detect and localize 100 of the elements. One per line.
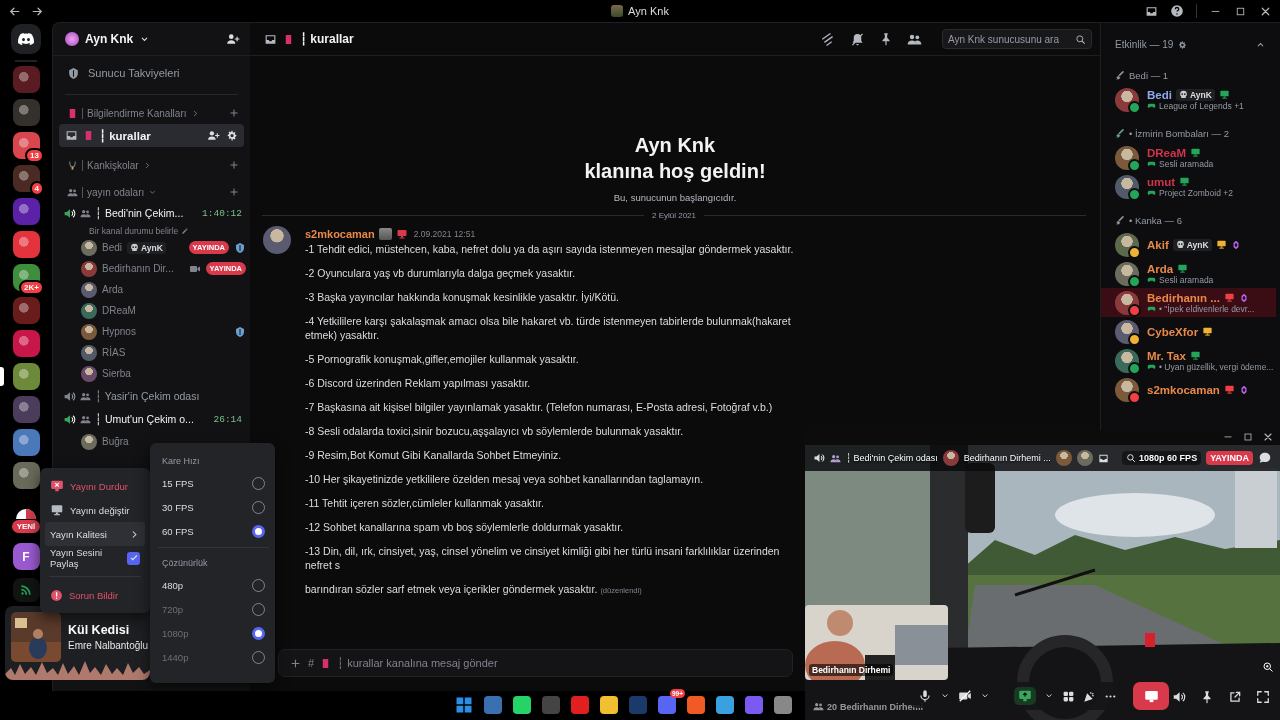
settings-icon[interactable] (1177, 39, 1188, 50)
menu-item[interactable]: Yayını değiştir (45, 498, 145, 522)
people-icon (80, 413, 91, 425)
voice-user[interactable]: DReaM (53, 300, 145, 321)
app-icon[interactable] (774, 696, 792, 714)
member-row[interactable]: CybeXfor (1101, 317, 1276, 346)
member-row[interactable]: s2mkocaman (1101, 375, 1276, 404)
server-name[interactable]: Ayn Knk (85, 32, 134, 46)
server-icon[interactable] (12, 462, 40, 489)
member-row[interactable]: Mr. Tax • Uyan güzellik, vergi ödeme... (1101, 346, 1276, 375)
member-row[interactable]: umut Project Zomboid +2 (1101, 172, 1276, 201)
user-avatar (1115, 290, 1139, 315)
help-icon[interactable] (1170, 4, 1184, 18)
people-icon (67, 186, 78, 198)
app-icon[interactable] (716, 696, 734, 714)
member-activity: Sesli aramada (1159, 158, 1214, 169)
call-timer: 26:14 (213, 413, 242, 425)
hash-label: # (308, 657, 315, 669)
maximize-icon[interactable] (1242, 431, 1254, 443)
member-row[interactable]: DReaM Sesli aramada (1101, 143, 1276, 172)
message-field[interactable]: ┆ kurallar kanalına mesaj gönder (337, 657, 782, 669)
group-label: • İzmirin Bombaları — 2 (1129, 128, 1229, 139)
user-name: Sierba (102, 368, 131, 379)
close-icon[interactable] (1262, 431, 1274, 443)
track-title: Kül Kedisi (68, 623, 131, 637)
sword-icon (1115, 215, 1125, 226)
member-name: CybeXfor (1147, 325, 1199, 338)
app-icon[interactable] (658, 696, 676, 714)
menu-option[interactable]: 60 FPS (158, 519, 269, 543)
menu-option[interactable]: 15 FPS (158, 471, 269, 495)
invite-icon[interactable] (207, 129, 220, 142)
tag-text: AynK (141, 242, 163, 253)
member-row[interactable]: Bedirhanın ... • "İpek eldivenlerle devr... (1101, 288, 1276, 317)
book-icon (283, 33, 294, 45)
plus-icon[interactable] (228, 107, 240, 119)
member-activity: • "İpek eldivenlerle devr... (1159, 303, 1255, 314)
server-icon[interactable] (12, 363, 40, 390)
plus-icon[interactable] (228, 159, 240, 171)
server-icon[interactable] (12, 330, 40, 357)
menu-option[interactable]: 30 FPS (158, 495, 269, 519)
group-label: • Kanka — 6 (1129, 215, 1182, 226)
message-line: -2 Oyunculara yaş vb durumlarıyla dalga geçmek yasaktır. (305, 266, 577, 280)
menu-item[interactable]: Yayın Kalitesi (45, 522, 145, 546)
radio-button[interactable] (252, 524, 265, 538)
voice-channel[interactable]: ┆ Umut'un Çekim o... 26:14 (57, 408, 246, 430)
server-icon[interactable] (12, 231, 40, 258)
category-header[interactable]: Kankişkolar (53, 156, 250, 174)
category-header[interactable]: Bilgilendirme Kanalları (53, 104, 250, 122)
user-avatar (1115, 145, 1139, 170)
warning-icon (50, 588, 63, 602)
member-name: Bedirhanın ... (1147, 291, 1220, 304)
menu-item[interactable]: Sorun Bildir (45, 583, 145, 607)
search-field[interactable]: Ayn Knk sunucusunu ara (942, 29, 1092, 49)
menu-option[interactable]: 480p (158, 573, 269, 597)
category-header[interactable]: yayın odaları (53, 183, 250, 201)
server-button[interactable] (12, 578, 40, 602)
member-row[interactable]: Bedi AynK League of Legends +1 (1101, 85, 1276, 114)
menu-item[interactable]: Yayını Durdur (45, 474, 145, 498)
user-avatar (81, 281, 97, 298)
voice-user[interactable]: Arda (53, 279, 133, 300)
skull-icon (1175, 240, 1185, 249)
message-author[interactable]: s2mkocaman (305, 228, 375, 240)
channel-status[interactable]: Bir kanal durumu belirle (89, 226, 179, 236)
user-name: Hypnos (102, 326, 136, 337)
checkbox[interactable] (127, 551, 140, 565)
plus-icon[interactable] (228, 186, 240, 198)
voice-user[interactable]: RİAS (53, 342, 135, 363)
message-composer[interactable]: # ┆ kurallar kanalına mesaj gönder (278, 649, 793, 677)
menu-item[interactable]: Yayın Sesini Paylaş (45, 546, 145, 570)
app-icon[interactable] (687, 696, 705, 714)
monitor-icon (1179, 176, 1191, 187)
server-icon[interactable] (12, 165, 40, 192)
monitor-icon (1190, 147, 1201, 158)
invite-icon[interactable] (226, 32, 240, 46)
boost-icon (67, 66, 80, 80)
start-icon[interactable] (455, 696, 473, 714)
member-row[interactable]: Akif AynK (1101, 230, 1276, 259)
inbox-icon[interactable] (1145, 4, 1158, 18)
server-icon[interactable]: F (12, 543, 40, 570)
app-icon[interactable] (571, 696, 589, 714)
boost-link[interactable]: Sunucu Takviyeleri (59, 60, 244, 86)
voice-user[interactable]: Hypnos (53, 321, 250, 342)
voice-user[interactable]: Sierba (53, 363, 140, 384)
monitor-icon (1223, 384, 1235, 395)
app-icon[interactable] (513, 696, 531, 714)
bell-off-icon[interactable] (850, 31, 865, 47)
app-icon[interactable] (600, 696, 618, 714)
channel-item[interactable]: ┆ kurallar (59, 124, 244, 147)
settings-icon[interactable] (225, 129, 238, 142)
app-icon[interactable] (484, 696, 502, 714)
server-icon[interactable] (12, 429, 40, 456)
voice-user[interactable]: Buğra (53, 431, 138, 452)
voice-channel[interactable]: ┆ Bedi'nin Çekim... 1:40:12 (57, 202, 246, 224)
message-timestamp: 2.09.2021 12:51 (413, 229, 476, 239)
book-icon (67, 107, 78, 119)
voice-channel[interactable]: ┆ Yasir'in Çekim odası (57, 385, 246, 407)
app-icon[interactable] (745, 696, 763, 714)
home-button[interactable] (11, 24, 41, 54)
threads-icon[interactable] (821, 31, 836, 47)
pencil-icon[interactable] (181, 227, 190, 235)
